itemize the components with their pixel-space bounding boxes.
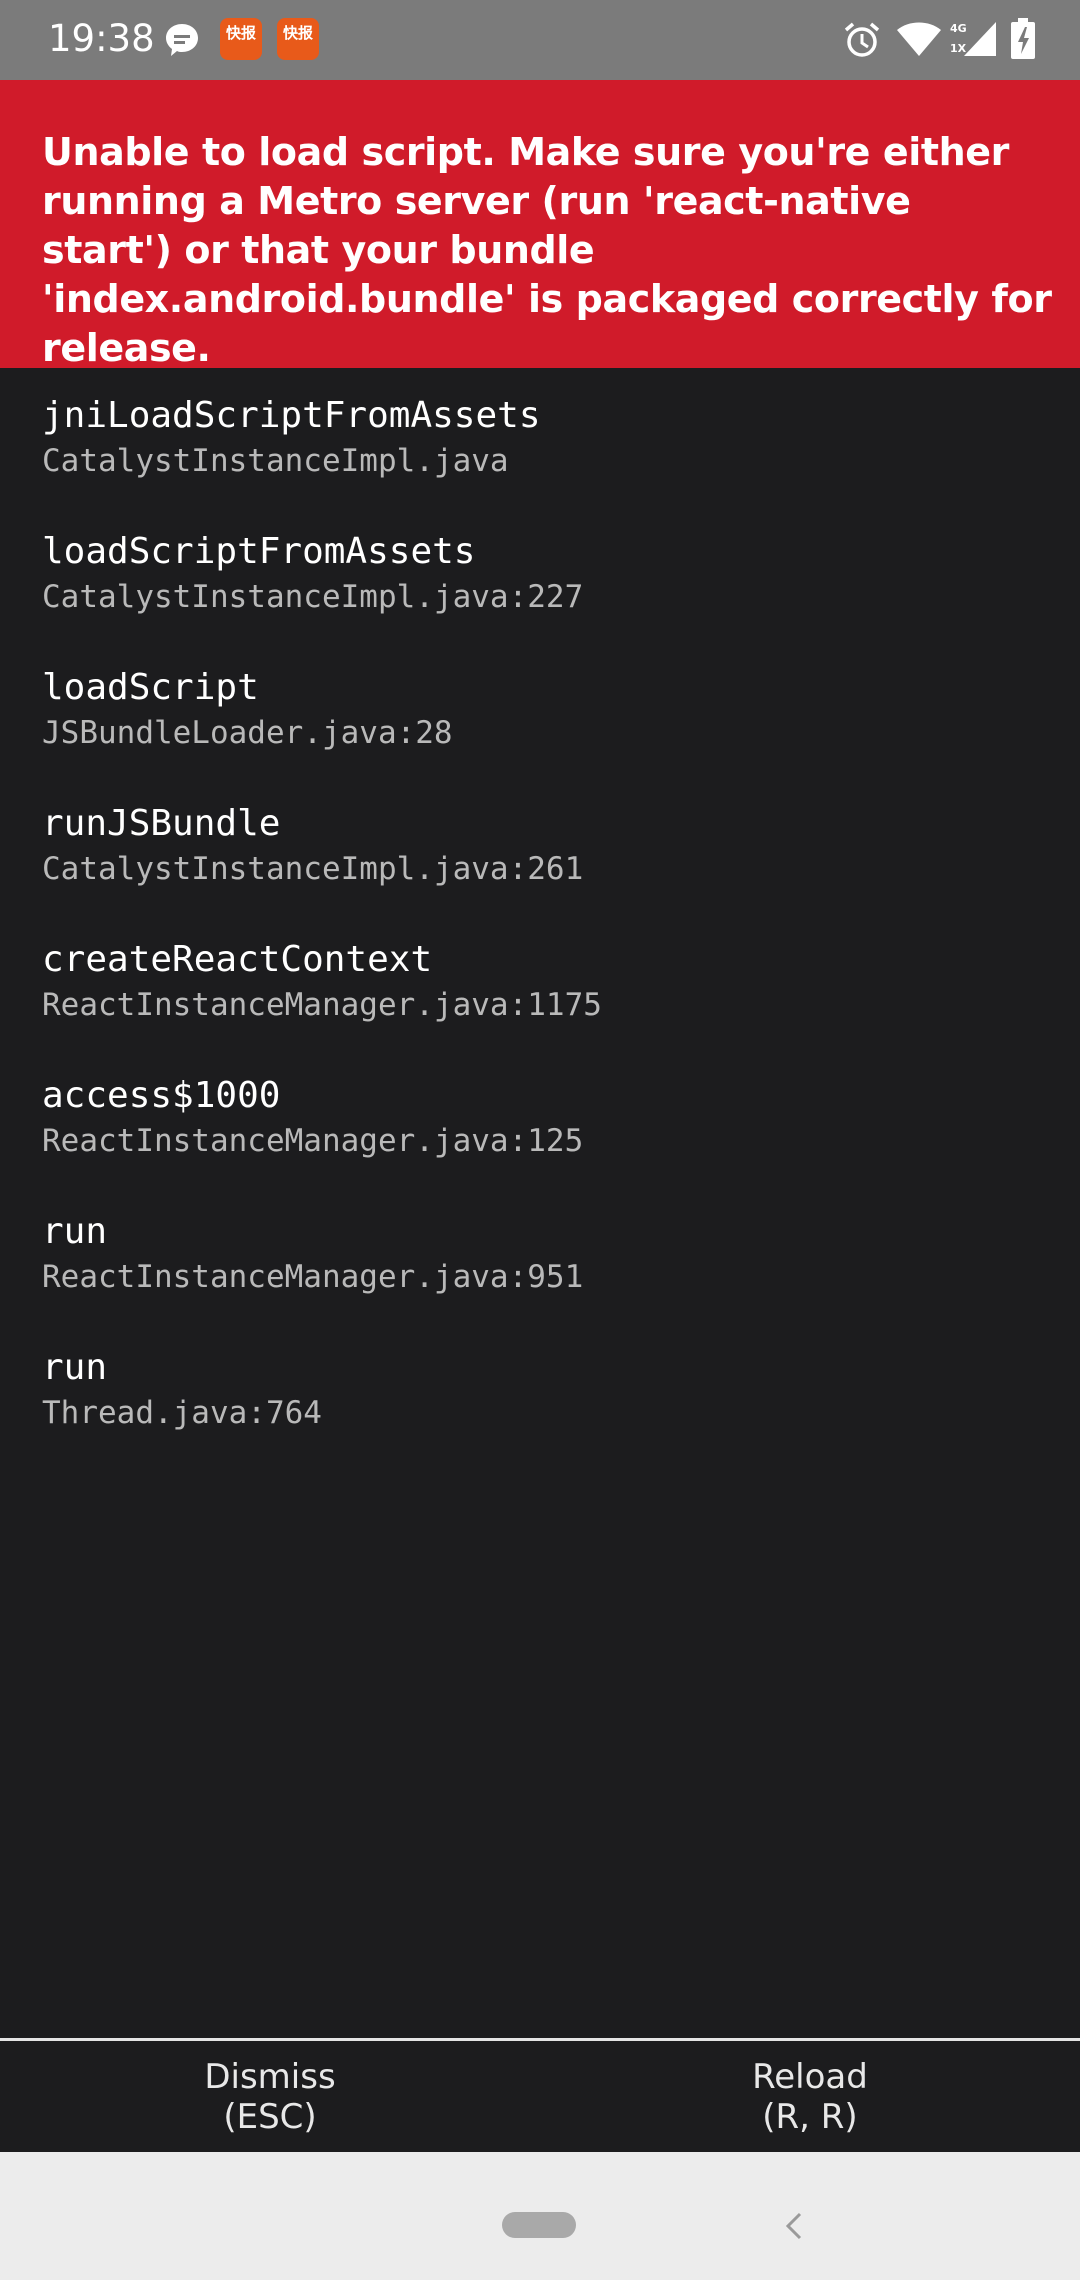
- stack-frame-method: jniLoadScriptFromAssets: [42, 395, 541, 436]
- stack-frame-file: Thread.java:764: [42, 1395, 322, 1431]
- wifi-icon: [897, 22, 941, 56]
- stack-frame[interactable]: run ReactInstanceManager.java:951: [42, 1209, 1042, 1345]
- navigation-bar: [0, 2152, 1080, 2280]
- news-app-icon-label: 快报: [225, 24, 256, 42]
- stack-frame-file: ReactInstanceManager.java:1175: [42, 987, 602, 1023]
- signal-icon: [964, 22, 996, 56]
- news-app-icon-label: 快报: [282, 24, 313, 42]
- stack-frame-method: createReactContext: [42, 939, 433, 980]
- error-banner: Unable to load script. Make sure you're …: [0, 80, 1080, 370]
- dismiss-button-shortcut: (ESC): [223, 2097, 317, 2137]
- back-chevron-icon[interactable]: [778, 2208, 810, 2244]
- stack-frame-method: loadScript: [42, 667, 259, 708]
- stack-frame-file: ReactInstanceManager.java:125: [42, 1123, 584, 1159]
- stack-frame-file: CatalystInstanceImpl.java:227: [42, 579, 584, 615]
- stack-trace: jniLoadScriptFromAssets CatalystInstance…: [42, 393, 1042, 1481]
- reload-button[interactable]: Reload (R, R): [540, 2041, 1080, 2152]
- status-time: 19:38: [48, 17, 155, 60]
- stack-frame-method: run: [42, 1211, 108, 1252]
- stack-frame-method: runJSBundle: [42, 803, 281, 844]
- stack-frame[interactable]: loadScript JSBundleLoader.java:28: [42, 665, 1042, 801]
- home-pill-icon[interactable]: [502, 2212, 576, 2238]
- stack-frame-method: loadScriptFromAssets: [42, 531, 476, 572]
- stack-frame[interactable]: runJSBundle CatalystInstanceImpl.java:26…: [42, 801, 1042, 937]
- error-message: Unable to load script. Make sure you're …: [42, 130, 1052, 370]
- reload-button-label: Reload: [752, 2057, 868, 2097]
- stack-frame-file: ReactInstanceManager.java:951: [42, 1259, 584, 1295]
- stack-frame-method: run: [42, 1347, 108, 1388]
- battery-charging-icon: [1011, 18, 1035, 59]
- reload-button-shortcut: (R, R): [762, 2097, 858, 2137]
- message-bubble-icon: [166, 24, 198, 56]
- stack-frame[interactable]: createReactContext ReactInstanceManager.…: [42, 937, 1042, 1073]
- stack-frame-method: access$1000: [42, 1075, 281, 1116]
- stack-frame[interactable]: run Thread.java:764: [42, 1345, 1042, 1481]
- stack-frame[interactable]: access$1000 ReactInstanceManager.java:12…: [42, 1073, 1042, 1209]
- alarm-icon: [844, 22, 880, 57]
- stack-frame-file: CatalystInstanceImpl.java: [42, 443, 509, 479]
- action-bar: Dismiss (ESC) Reload (R, R): [0, 2038, 1080, 2152]
- news-app-icon: 快报: [220, 18, 262, 60]
- dismiss-button[interactable]: Dismiss (ESC): [0, 2041, 540, 2152]
- stack-frame-file: JSBundleLoader.java:28: [42, 715, 453, 751]
- status-bar: 19:38 快报 快报 4G 1X: [0, 0, 1080, 80]
- news-app-icon: 快报: [277, 18, 319, 60]
- stack-frame[interactable]: loadScriptFromAssets CatalystInstanceImp…: [42, 529, 1042, 665]
- stack-frame[interactable]: jniLoadScriptFromAssets CatalystInstance…: [42, 393, 1042, 529]
- stack-frame-file: CatalystInstanceImpl.java:261: [42, 851, 584, 887]
- dismiss-button-label: Dismiss: [204, 2057, 336, 2097]
